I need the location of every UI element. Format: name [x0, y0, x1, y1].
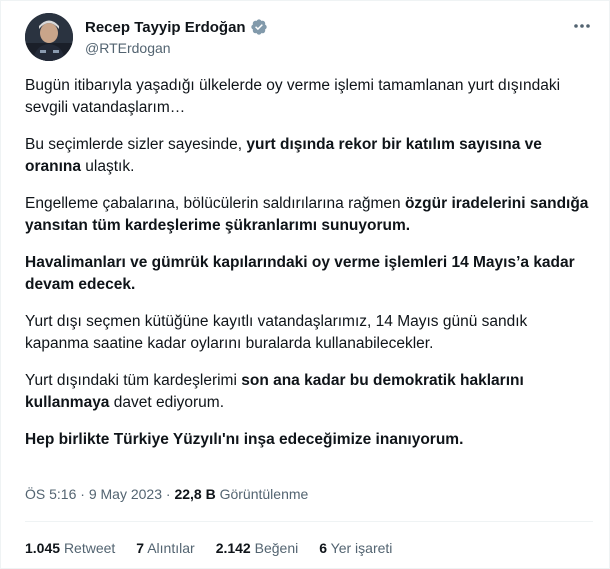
- text-segment-bold: Havalimanları ve gümrük kapılarındaki oy…: [25, 254, 575, 293]
- bookmark-label: Yer işareti: [330, 540, 393, 556]
- verified-badge-icon: [250, 18, 268, 36]
- author-handle[interactable]: @RTErdogan: [85, 40, 171, 56]
- bookmark-stat[interactable]: 6 Yer işareti: [319, 540, 392, 556]
- tweet-paragraph: Yurt dışındaki tüm kardeşlerimi son ana …: [25, 370, 591, 414]
- tweet-text: Bugün itibarıyla yaşadığı ülkelerde oy v…: [25, 75, 591, 466]
- tweet-paragraph: Engelleme çabalarına, bölücülerin saldır…: [25, 193, 591, 237]
- text-segment: davet ediyorum.: [109, 394, 225, 411]
- text-segment: Bu seçimlerde sizler sayesinde,: [25, 136, 247, 153]
- tweet-paragraph: Yurt dışı seçmen kütüğüne kayıtlı vatand…: [25, 311, 591, 355]
- retweet-count: 1.045: [25, 540, 61, 556]
- views-label: Görüntülenme: [215, 486, 309, 502]
- quote-count: 7: [136, 540, 145, 556]
- views-count: 22,8 B: [174, 486, 216, 502]
- text-segment: Yurt dışındaki tüm kardeşlerimi: [25, 372, 242, 389]
- text-segment-bold: Hep birlikte Türkiye Yüzyılı'nı inşa ede…: [25, 431, 464, 448]
- tweet-paragraph: Hep birlikte Türkiye Yüzyılı'nı inşa ede…: [25, 429, 591, 451]
- meta-separator: ·: [76, 486, 89, 502]
- tweet-card: Recep Tayyip Erdoğan @RTErdogan Bugün it…: [0, 0, 610, 569]
- engagement-stats: 1.045 Retweet 7 Alıntılar 2.142 Beğeni 6…: [25, 540, 413, 556]
- tweet-time[interactable]: ÖS 5:16: [25, 486, 76, 502]
- like-stat[interactable]: 2.142 Beğeni: [216, 540, 299, 556]
- text-segment: ulaştık.: [80, 158, 135, 175]
- more-options-icon[interactable]: [571, 17, 593, 35]
- retweet-stat[interactable]: 1.045 Retweet: [25, 540, 115, 556]
- author-display-name[interactable]: Recep Tayyip Erdoğan: [85, 19, 246, 36]
- tweet-date[interactable]: 9 May 2023: [89, 486, 162, 502]
- tweet-paragraph: Bugün itibarıyla yaşadığı ülkelerde oy v…: [25, 75, 591, 119]
- quote-stat[interactable]: 7 Alıntılar: [136, 540, 194, 556]
- like-count: 2.142: [215, 540, 251, 556]
- avatar-image: [25, 13, 73, 61]
- author-name-row: Recep Tayyip Erdoğan: [85, 18, 268, 36]
- avatar[interactable]: [25, 13, 73, 61]
- tweet-header: Recep Tayyip Erdoğan @RTErdogan: [25, 13, 593, 63]
- divider: [25, 521, 593, 522]
- text-segment: Yurt dışı seçmen kütüğüne kayıtlı vatand…: [25, 313, 528, 352]
- meta-separator: ·: [162, 486, 175, 502]
- like-label: Beğeni: [254, 540, 299, 556]
- text-segment: Bugün itibarıyla yaşadığı ülkelerde oy v…: [25, 77, 561, 116]
- tweet-paragraph: Havalimanları ve gümrük kapılarındaki oy…: [25, 252, 591, 296]
- text-segment: Engelleme çabalarına, bölücülerin saldır…: [25, 195, 405, 212]
- bookmark-count: 6: [319, 540, 328, 556]
- tweet-paragraph: Bu seçimlerde sizler sayesinde, yurt dış…: [25, 134, 591, 178]
- retweet-label: Retweet: [63, 540, 116, 556]
- tweet-meta: ÖS 5:16 · 9 May 2023 · 22,8 B Görüntülen…: [25, 486, 308, 502]
- quote-label: Alıntılar: [147, 540, 195, 556]
